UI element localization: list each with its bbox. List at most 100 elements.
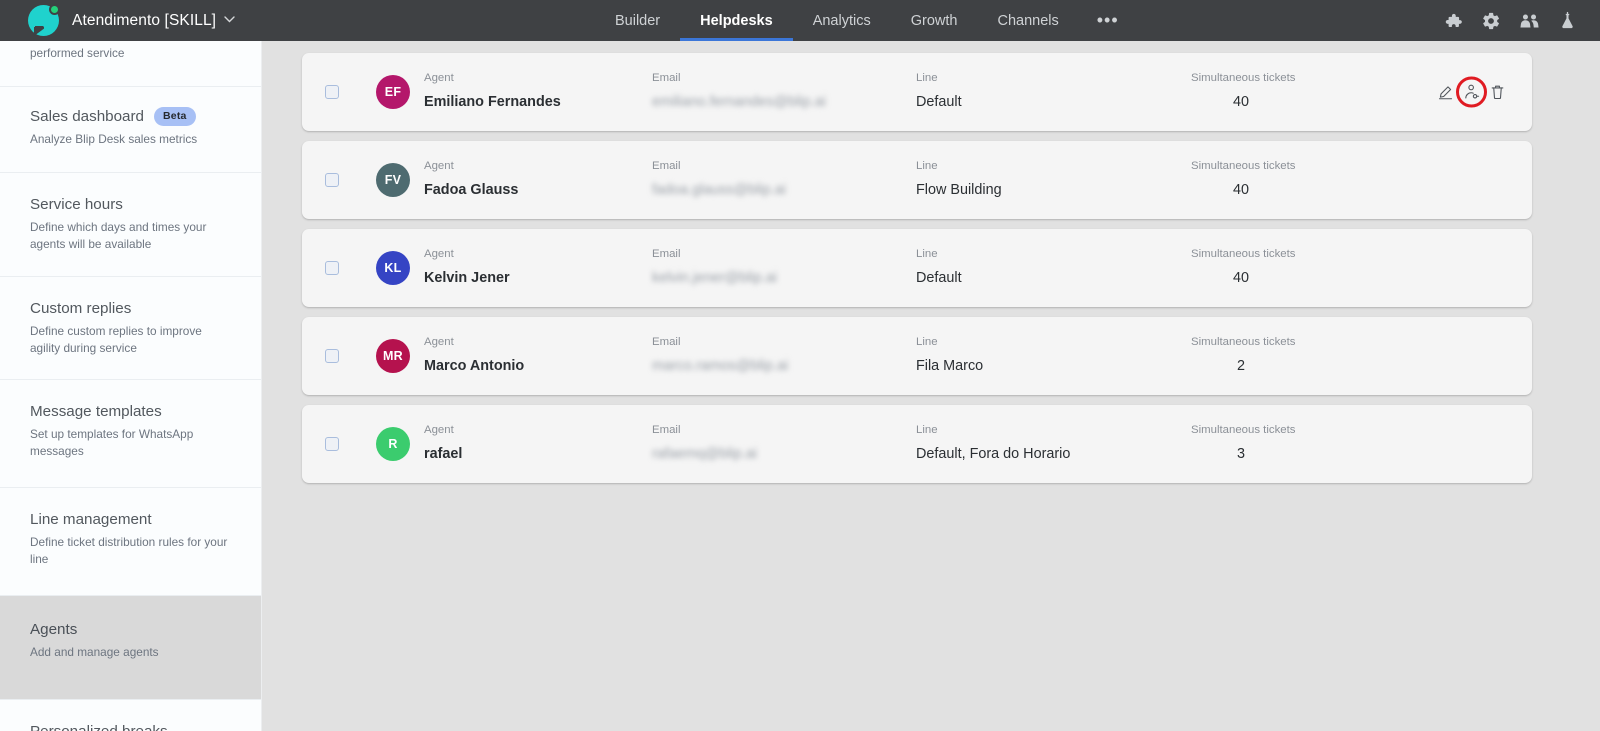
tickets-cell: Simultaneous tickets 40: [1191, 161, 1371, 198]
table-row[interactable]: MR Agent Marco Antonio Email marco.ramos…: [302, 317, 1532, 395]
agent-permissions-wrap[interactable]: [1463, 84, 1480, 101]
nav-item-builder[interactable]: Builder: [595, 0, 680, 41]
nav-label: Growth: [911, 13, 958, 29]
column-header-agent: Agent: [424, 249, 652, 260]
avatar-cell: FV: [362, 163, 424, 197]
line-cell: Line Flow Building: [916, 161, 1191, 198]
tickets-cell: Simultaneous tickets 40: [1191, 73, 1371, 110]
line-cell: Line Default: [916, 73, 1191, 110]
row-select-cell: [302, 85, 362, 99]
agent-name: Marco Antonio: [424, 359, 652, 375]
agent-permissions-icon[interactable]: [1463, 84, 1480, 101]
sidebar-item-agents[interactable]: Agents Add and manage agents: [0, 596, 261, 700]
nav-item-growth[interactable]: Growth: [891, 0, 978, 41]
table-row[interactable]: FV Agent Fadoa Glauss Email fadoa.glauss…: [302, 141, 1532, 219]
table-row[interactable]: KL Agent Kelvin Jener Email kelvin.jener…: [302, 229, 1532, 307]
line-cell: Line Default, Fora do Horario: [916, 425, 1191, 462]
column-header-line: Line: [916, 73, 1191, 84]
email-cell: Email kelvin.jener@blip.ai: [652, 249, 916, 286]
agent-cell: Agent Kelvin Jener: [424, 249, 652, 286]
agent-tickets: 2: [1191, 359, 1291, 375]
nav-label: Helpdesks: [700, 13, 773, 29]
column-header-agent: Agent: [424, 161, 652, 172]
flask-icon[interactable]: [1556, 10, 1578, 32]
settings-sidebar[interactable]: performed service Sales dashboard Beta A…: [0, 41, 262, 731]
table-row[interactable]: R Agent rafael Email rafaemq@blip.ai Lin…: [302, 405, 1532, 483]
nav-item-channels[interactable]: Channels: [977, 0, 1078, 41]
column-header-email: Email: [652, 337, 916, 348]
agent-line: Default: [916, 271, 1191, 287]
agent-cell: Agent Fadoa Glauss: [424, 161, 652, 198]
row-checkbox[interactable]: [325, 173, 339, 187]
avatar-cell: EF: [362, 75, 424, 109]
agent-tickets: 40: [1191, 183, 1291, 199]
column-header-email: Email: [652, 249, 916, 260]
chevron-down-icon[interactable]: [224, 15, 235, 26]
row-select-cell: [302, 173, 362, 187]
gear-icon[interactable]: [1480, 10, 1502, 32]
column-header-agent: Agent: [424, 337, 652, 348]
sidebar-item-desc: Analyze Blip Desk sales metrics: [30, 131, 222, 148]
community-icon[interactable]: [1518, 10, 1540, 32]
agent-line: Fila Marco: [916, 359, 1191, 375]
sidebar-item-desc: Define custom replies to improve agility…: [30, 323, 222, 357]
avatar: FV: [376, 163, 410, 197]
sidebar-item-partial-top[interactable]: performed service: [0, 41, 261, 87]
table-row[interactable]: EF Agent Emiliano Fernandes Email emilia…: [302, 53, 1532, 131]
avatar: EF: [376, 75, 410, 109]
sidebar-item-desc: performed service: [30, 45, 222, 62]
email-cell: Email marco.ramos@blip.ai: [652, 337, 916, 374]
email-cell: Email fadoa.glauss@blip.ai: [652, 161, 916, 198]
avatar-cell: KL: [362, 251, 424, 285]
column-header-line: Line: [916, 337, 1191, 348]
status-dot-icon: [49, 4, 60, 15]
row-checkbox[interactable]: [325, 349, 339, 363]
email-cell: Email emiliano.fernandes@blip.ai: [652, 73, 916, 110]
row-checkbox[interactable]: [325, 437, 339, 451]
nav-item-helpdesks[interactable]: Helpdesks: [680, 0, 793, 41]
nav-label: Builder: [615, 13, 660, 29]
nav-more-icon[interactable]: •••: [1079, 0, 1137, 41]
column-header-email: Email: [652, 161, 916, 172]
agent-email: rafaemq@blip.ai: [652, 447, 916, 463]
agents-list: EF Agent Emiliano Fernandes Email emilia…: [262, 41, 1600, 483]
agent-name: Fadoa Glauss: [424, 183, 652, 199]
column-header-email: Email: [652, 73, 916, 84]
row-select-cell: [302, 261, 362, 275]
nav-label: Analytics: [813, 13, 871, 29]
avatar: R: [376, 427, 410, 461]
nav-item-analytics[interactable]: Analytics: [793, 0, 891, 41]
agent-name: Emiliano Fernandes: [424, 95, 652, 111]
row-checkbox[interactable]: [325, 261, 339, 275]
avatar-cell: R: [362, 427, 424, 461]
sidebar-item-personalized-breaks[interactable]: Personalized breaks Set types of breaks …: [0, 700, 261, 731]
tickets-cell: Simultaneous tickets 3: [1191, 425, 1371, 462]
agent-tickets: 3: [1191, 447, 1291, 463]
agent-tickets: 40: [1191, 271, 1291, 287]
puzzle-icon[interactable]: [1442, 10, 1464, 32]
sidebar-item-service-hours[interactable]: Service hours Define which days and time…: [0, 173, 261, 276]
avatar: MR: [376, 339, 410, 373]
row-select-cell: [302, 437, 362, 451]
row-actions: [1437, 84, 1506, 101]
sidebar-item-title: Message templates: [30, 402, 235, 421]
row-checkbox[interactable]: [325, 85, 339, 99]
column-header-tickets: Simultaneous tickets: [1191, 73, 1371, 84]
column-header-tickets: Simultaneous tickets: [1191, 161, 1371, 172]
row-select-cell: [302, 349, 362, 363]
status-badge: Beta: [154, 107, 196, 126]
sidebar-item-message-templates[interactable]: Message templates Set up templates for W…: [0, 380, 261, 488]
column-header-tickets: Simultaneous tickets: [1191, 425, 1371, 436]
agent-name: Kelvin Jener: [424, 271, 652, 287]
top-header: Atendimento [SKILL] Builder Helpdesks An…: [0, 0, 1600, 41]
sidebar-item-custom-replies[interactable]: Custom replies Define custom replies to …: [0, 277, 261, 380]
sidebar-item-desc: Add and manage agents: [30, 644, 222, 661]
sidebar-item-sales-dashboard[interactable]: Sales dashboard Beta Analyze Blip Desk s…: [0, 87, 261, 173]
sidebar-item-label: Line management: [30, 510, 152, 529]
sidebar-item-line-management[interactable]: Line management Define ticket distributi…: [0, 488, 261, 596]
edit-agent-icon[interactable]: [1437, 84, 1454, 101]
brand-area[interactable]: Atendimento [SKILL]: [0, 0, 235, 41]
sidebar-item-label: Personalized breaks: [30, 722, 168, 731]
delete-agent-icon[interactable]: [1489, 84, 1506, 101]
agent-email: emiliano.fernandes@blip.ai: [652, 95, 916, 111]
